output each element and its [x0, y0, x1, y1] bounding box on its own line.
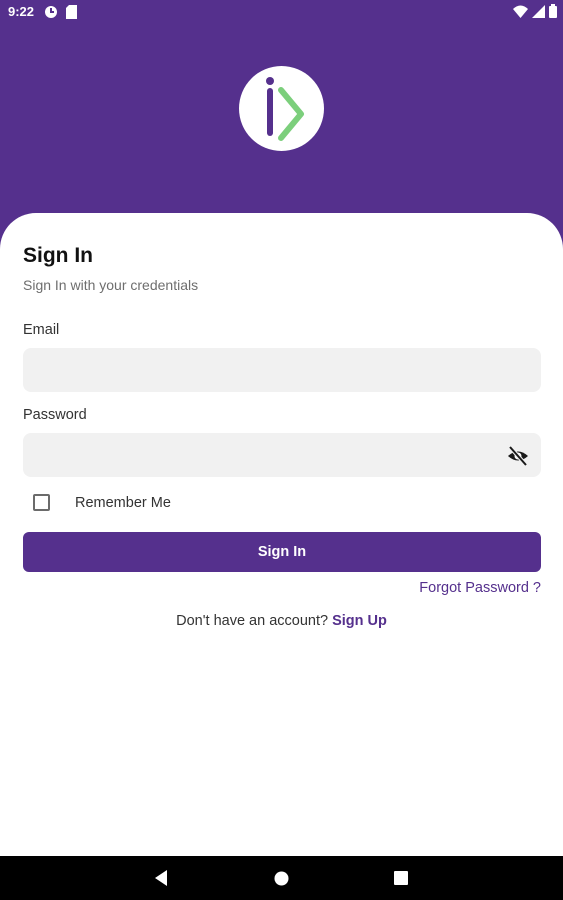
id-logo-icon	[266, 77, 304, 141]
remember-me-checkbox[interactable]	[33, 494, 50, 511]
eye-off-icon[interactable]	[506, 444, 530, 468]
sync-icon	[44, 5, 58, 22]
status-time: 9:22	[8, 4, 35, 19]
home-icon[interactable]	[274, 871, 289, 891]
no-account-text: Don't have an account?	[176, 613, 329, 629]
battery-icon	[549, 4, 557, 21]
back-icon[interactable]	[153, 869, 169, 892]
sim-card-icon	[66, 5, 77, 22]
remember-me-label[interactable]: Remember Me	[75, 495, 171, 511]
navigation-bar	[0, 856, 563, 900]
page-title: Sign In	[23, 244, 93, 267]
email-label: Email	[23, 322, 60, 338]
signal-icon	[532, 4, 545, 21]
app-logo	[239, 66, 324, 151]
password-field[interactable]	[23, 433, 541, 477]
sign-up-link[interactable]: Sign Up	[332, 613, 387, 629]
status-bar: 9:22	[0, 0, 563, 24]
page-subtitle: Sign In with your credentials	[23, 277, 199, 293]
password-label: Password	[23, 407, 87, 423]
forgot-password-link[interactable]: Forgot Password ?	[419, 580, 541, 596]
sign-in-button[interactable]: Sign In	[23, 532, 541, 572]
sign-up-row: Don't have an account? Sign Up	[0, 613, 563, 629]
status-right-icons	[513, 4, 557, 21]
email-field[interactable]	[23, 348, 541, 392]
recents-icon[interactable]	[394, 871, 408, 890]
wifi-icon	[513, 5, 528, 21]
